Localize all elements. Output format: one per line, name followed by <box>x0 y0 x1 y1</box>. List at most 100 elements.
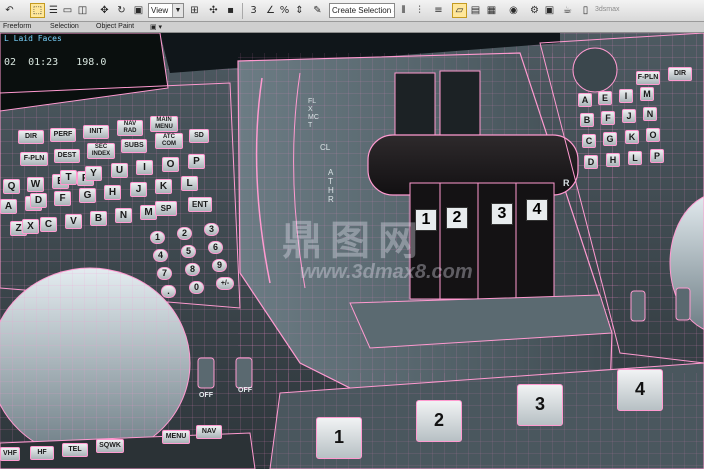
radio-key-nav[interactable]: NAV <box>196 425 222 439</box>
fmc-key-subs[interactable]: SUBS <box>121 139 147 153</box>
right-key-n[interactable]: N <box>643 107 657 121</box>
key-i[interactable]: I <box>136 160 153 175</box>
fmc-key-dir[interactable]: DIR <box>18 130 44 144</box>
radio-key-sqwk[interactable]: SQWK <box>96 439 124 453</box>
key-d[interactable]: D <box>30 193 47 208</box>
numpad-3[interactable]: 3 <box>204 223 219 236</box>
key-c[interactable]: C <box>40 217 57 232</box>
right-key-j[interactable]: J <box>622 109 636 123</box>
key-sp[interactable]: SP <box>155 201 177 216</box>
key-k[interactable]: K <box>155 179 172 194</box>
numpad-1[interactable]: 1 <box>150 231 165 244</box>
engine-button-3[interactable]: 3 <box>517 384 563 426</box>
key-ent[interactable]: ENT <box>188 197 212 212</box>
key-y[interactable]: Y <box>85 166 102 181</box>
ribbon-options-icon[interactable]: ▣ ▾ <box>150 23 162 33</box>
curve-editor-icon[interactable]: ▱ <box>452 3 467 18</box>
engine-button-2[interactable]: 2 <box>416 400 462 442</box>
radio-key-hf[interactable]: HF <box>30 446 54 460</box>
right-key-g[interactable]: G <box>603 132 617 146</box>
selection-set-combo[interactable]: Create Selection Se <box>329 3 395 18</box>
extra-tool-icon[interactable]: ▯ <box>578 3 593 18</box>
engine-button-4[interactable]: 4 <box>617 369 663 411</box>
right-key-p[interactable]: P <box>650 149 664 163</box>
right-key-e[interactable]: E <box>598 91 612 105</box>
fmc-key-atc-com[interactable]: ATC COM <box>155 133 183 149</box>
right-key-o[interactable]: O <box>646 128 660 142</box>
numpad-plus-minus[interactable]: +/- <box>216 277 234 290</box>
select-by-name-icon[interactable]: ☰ <box>46 3 61 18</box>
key-j[interactable]: J <box>130 182 147 197</box>
fmc-key-nav-rad[interactable]: NAV RAD <box>117 120 143 136</box>
key-q[interactable]: Q <box>3 179 20 194</box>
engine-button-1[interactable]: 1 <box>316 417 362 459</box>
percent-snap-icon[interactable]: % <box>277 3 292 18</box>
angle-snap-icon[interactable]: ∠ <box>263 3 278 18</box>
fmc-key-perf[interactable]: PERF <box>50 128 76 142</box>
key-f[interactable]: F <box>54 191 71 206</box>
undo-icon[interactable]: ↶ <box>2 3 17 18</box>
spinner-snap-icon[interactable]: ⇕ <box>292 3 307 18</box>
numpad-2[interactable]: 2 <box>177 227 192 240</box>
fmc-key-sec-index[interactable]: SEC INDEX <box>87 143 115 159</box>
fmc-key-dest[interactable]: DEST <box>54 149 80 163</box>
right-key-a[interactable]: A <box>578 93 592 107</box>
align-icon[interactable]: ⫶ <box>412 3 427 18</box>
render-icon[interactable]: ▣ <box>542 3 557 18</box>
ribbon-tab-object-paint[interactable]: Object Paint <box>96 22 134 32</box>
schematic-icon[interactable]: ▤ <box>468 3 483 18</box>
numpad-5[interactable]: 5 <box>181 245 196 258</box>
key-o[interactable]: O <box>162 157 179 172</box>
edit-named-sets-icon[interactable]: ✎ <box>310 3 325 18</box>
key-w[interactable]: W <box>27 177 44 192</box>
mirror-icon[interactable]: ⫴ <box>396 3 411 18</box>
numpad-7[interactable]: 7 <box>157 267 172 280</box>
layer-icon[interactable]: ≡ <box>431 3 446 18</box>
teapot-icon[interactable]: ☕ <box>560 3 575 18</box>
right-key-m[interactable]: M <box>640 87 654 101</box>
fmc-key-init[interactable]: INIT <box>83 125 109 139</box>
fmc-key-sd[interactable]: SD <box>189 129 209 143</box>
perspective-viewport[interactable]: L Laid Faces 02 01:23 198.0 DIR PERF INI… <box>0 33 704 469</box>
key-h[interactable]: H <box>104 185 121 200</box>
numpad-0[interactable]: 0 <box>189 281 204 294</box>
ribbon-tab-freeform[interactable]: Freeform <box>3 22 31 32</box>
numpad-dot[interactable]: . <box>161 285 176 298</box>
fmc-key-f-pln[interactable]: F-PLN <box>20 152 48 166</box>
radio-key-menu[interactable]: MENU <box>162 430 190 444</box>
numpad-8[interactable]: 8 <box>185 263 200 276</box>
right-key-i[interactable]: I <box>619 89 633 103</box>
numpad-6[interactable]: 6 <box>208 241 223 254</box>
render-frame-icon[interactable]: ⚙ <box>527 3 542 18</box>
key-u[interactable]: U <box>111 163 128 178</box>
right-key-k[interactable]: K <box>625 130 639 144</box>
right-key-c[interactable]: C <box>582 134 596 148</box>
scale-icon[interactable]: ▣ <box>131 3 146 18</box>
key-b[interactable]: B <box>90 211 107 226</box>
keyboard-shortcut-icon[interactable]: ▪ <box>223 3 238 18</box>
right-fmc-key-f-pln[interactable]: F-PLN <box>636 71 660 85</box>
key-n[interactable]: N <box>115 208 132 223</box>
right-key-l[interactable]: L <box>628 151 642 165</box>
key-g[interactable]: G <box>79 188 96 203</box>
select-icon[interactable]: ⬚ <box>30 3 45 18</box>
key-t[interactable]: T <box>60 170 77 185</box>
pivot-icon[interactable]: ⊞ <box>187 3 202 18</box>
numpad-4[interactable]: 4 <box>153 249 168 262</box>
right-key-d[interactable]: D <box>584 155 598 169</box>
fmc-key-main-menu[interactable]: MAIN MENU <box>150 116 178 132</box>
key-a[interactable]: A <box>0 199 17 214</box>
select-manipulate-icon[interactable]: ✣ <box>206 3 221 18</box>
window-crossing-icon[interactable]: ◫ <box>75 3 90 18</box>
key-x[interactable]: X <box>22 219 39 234</box>
snap-icon[interactable]: 3 <box>246 3 261 18</box>
numpad-9[interactable]: 9 <box>212 259 227 272</box>
right-key-h[interactable]: H <box>606 153 620 167</box>
move-icon[interactable]: ✥ <box>97 3 112 18</box>
radio-key-vhf[interactable]: VHF <box>0 447 20 461</box>
render-setup-icon[interactable]: ◉ <box>506 3 521 18</box>
key-p[interactable]: P <box>188 154 205 169</box>
rect-select-icon[interactable]: ▭ <box>60 3 75 18</box>
key-l[interactable]: L <box>181 176 198 191</box>
right-fmc-key-dir[interactable]: DIR <box>668 67 692 81</box>
